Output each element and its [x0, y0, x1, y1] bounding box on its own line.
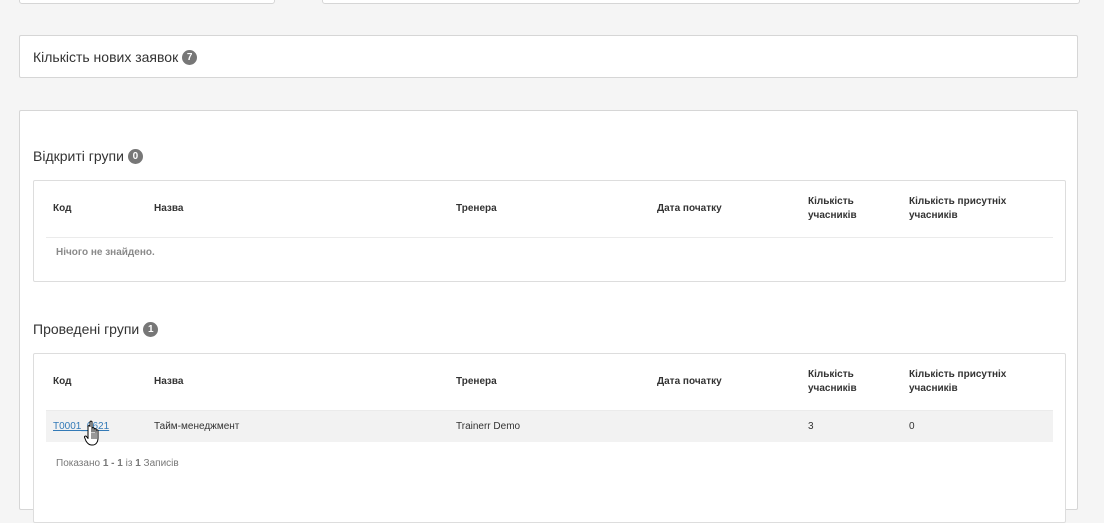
open-groups-title: Відкриті групи — [33, 148, 124, 164]
cell-present: 0 — [902, 410, 1053, 442]
past-groups-title: Проведені групи — [33, 321, 140, 337]
column-header-participants[interactable]: Кількість учасників — [801, 354, 902, 411]
summary-prefix: Показано — [56, 458, 101, 469]
summary-middle: із — [125, 458, 133, 469]
summary-total: 1 — [135, 458, 141, 469]
column-header-trainer[interactable]: Тренера — [449, 181, 650, 238]
new-requests-label: Кількість нових заявок — [33, 49, 179, 65]
table-row[interactable]: T0001_0621 Тайм-менеджмент Trainerr Demo… — [46, 410, 1053, 442]
top-field-right[interactable] — [322, 0, 1080, 4]
open-groups-heading: Відкриті групи 0 — [33, 148, 143, 164]
column-header-participants[interactable]: Кількість учасників — [801, 181, 902, 238]
summary-suffix: Записів — [143, 458, 179, 469]
column-header-name[interactable]: Назва — [147, 181, 449, 238]
column-header-code[interactable]: Код — [46, 354, 147, 411]
new-requests-count-badge: 7 — [182, 49, 198, 65]
cell-trainer: Trainerr Demo — [449, 410, 650, 442]
hand-pointer-icon — [84, 420, 99, 446]
table-header-row: Код Назва Тренера Дата початку Кількість… — [46, 354, 1053, 411]
column-header-start-date[interactable]: Дата початку — [650, 181, 801, 238]
table-header-row: Код Назва Тренера Дата початку Кількість… — [46, 181, 1053, 238]
column-header-present[interactable]: Кількість присутніх учасників — [902, 181, 1053, 238]
cell-start-date — [650, 410, 801, 442]
cell-participants: 3 — [801, 410, 902, 442]
column-header-code[interactable]: Код — [46, 181, 147, 238]
column-header-name[interactable]: Назва — [147, 354, 449, 411]
new-requests-panel: Кількість нових заявок 7 — [19, 35, 1078, 78]
open-groups-table: Код Назва Тренера Дата початку Кількість… — [46, 181, 1053, 238]
past-groups-table: Код Назва Тренера Дата початку Кількість… — [46, 354, 1053, 442]
top-field-left[interactable] — [19, 0, 275, 4]
open-groups-table-box: Код Назва Тренера Дата початку Кількість… — [33, 180, 1066, 282]
cell-name: Тайм-менеджмент — [147, 410, 449, 442]
new-requests-title: Кількість нових заявок 7 — [33, 49, 198, 65]
past-groups-count-badge: 1 — [143, 321, 159, 337]
past-groups-table-box: Код Назва Тренера Дата початку Кількість… — [33, 353, 1066, 523]
column-header-start-date[interactable]: Дата початку — [650, 354, 801, 411]
column-header-trainer[interactable]: Тренера — [449, 354, 650, 411]
column-header-present[interactable]: Кількість присутніх учасників — [902, 354, 1053, 411]
past-groups-heading: Проведені групи 1 — [33, 321, 159, 337]
groups-panel: Відкриті групи 0 Код Назва Тренера Дата … — [19, 110, 1078, 523]
summary-range: 1 - 1 — [102, 458, 123, 469]
pagination-summary: Показано 1 - 1 із 1 Записів — [56, 458, 179, 469]
open-groups-count-badge: 0 — [127, 148, 143, 164]
empty-result-text: Нічого не знайдено. — [56, 247, 155, 258]
